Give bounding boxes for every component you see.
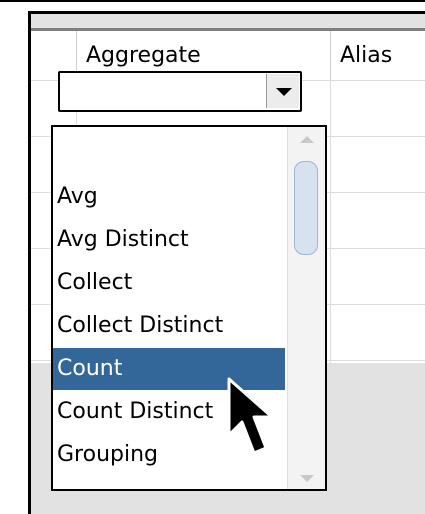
dropdown-scrollbar[interactable] xyxy=(287,127,325,489)
option-collect[interactable]: Collect xyxy=(53,262,285,304)
column-divider xyxy=(330,81,331,363)
aggregate-select[interactable] xyxy=(58,71,302,112)
top-border xyxy=(0,0,425,2)
dropdown-arrow-button[interactable] xyxy=(266,74,299,108)
option-collect-distinct[interactable]: Collect Distinct xyxy=(53,305,285,347)
scroll-up-arrow-icon[interactable] xyxy=(300,136,314,143)
option-avg-distinct[interactable]: Avg Distinct xyxy=(53,219,285,261)
scroll-thumb[interactable] xyxy=(294,161,318,255)
option-blank[interactable] xyxy=(53,133,285,175)
option-avg[interactable]: Avg xyxy=(53,176,285,218)
column-header-alias[interactable]: Alias xyxy=(330,31,425,80)
scroll-down-arrow-icon[interactable] xyxy=(300,475,314,482)
mouse-pointer-icon xyxy=(227,377,274,455)
app-frame: Aggregate Alias Avg Avg Distinct Collect… xyxy=(0,0,425,514)
chevron-down-icon xyxy=(276,88,292,96)
